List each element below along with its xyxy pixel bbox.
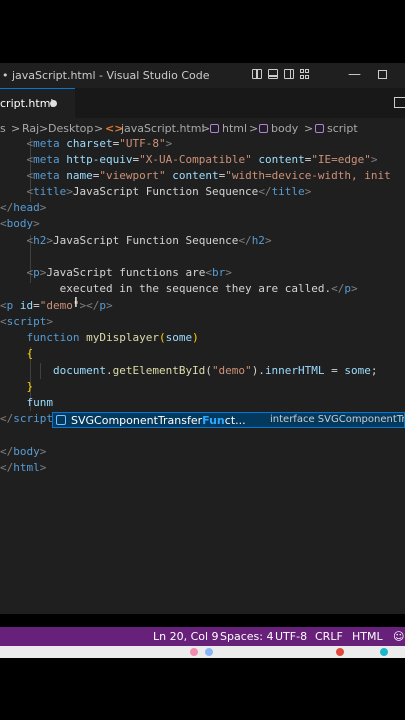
- code-line: <meta name="viewport" content="width=dev…: [26, 169, 391, 182]
- interface-icon: [56, 415, 66, 425]
- vscode-menu-dots-icon[interactable]: •: [2, 69, 9, 82]
- maximize-icon[interactable]: [378, 68, 387, 83]
- code-line: </head>: [0, 201, 47, 214]
- tab-bar: cript.html: [0, 88, 405, 118]
- breadcrumb-separator: >: [94, 122, 104, 135]
- layout-controls: [252, 69, 310, 79]
- title-bar: • javaScript.html - Visual Studio Code —: [0, 63, 405, 88]
- suggestion-detail: interface SVGComponentTr: [270, 414, 405, 425]
- code-line: <title>JavaScript Function Sequence</tit…: [26, 185, 312, 198]
- tab-label: cript.html: [0, 97, 54, 110]
- breadcrumb-body[interactable]: body: [259, 122, 298, 135]
- suggestion-item[interactable]: SVGComponentTransferFunct... interface S…: [52, 412, 405, 428]
- code-line: function myDisplayer(some): [26, 331, 199, 344]
- app-icon[interactable]: [205, 648, 213, 656]
- app-icon[interactable]: [336, 648, 344, 656]
- toggle-panel-icon[interactable]: [268, 69, 278, 79]
- code-line: </body>: [0, 445, 47, 458]
- code-line: <body>: [0, 217, 40, 230]
- suggestion-label: SVGComponentTransferFunct...: [71, 414, 246, 427]
- code-line: </script: [0, 412, 53, 425]
- mouse-ibeam-cursor-icon: I: [74, 296, 78, 311]
- window-title: • javaScript.html - Visual Studio Code: [2, 69, 210, 82]
- tab-javascript-html[interactable]: cript.html: [0, 88, 75, 118]
- code-line: <meta charset="UTF-8">: [26, 138, 173, 150]
- status-cursor-position[interactable]: Ln 20, Col 9: [153, 630, 219, 643]
- code-line: <meta http-equiv="X-UA-Compatible" conte…: [26, 153, 378, 166]
- customize-layout-icon[interactable]: [300, 69, 310, 79]
- app-icon[interactable]: [380, 648, 388, 656]
- breadcrumb-separator: >: [11, 122, 21, 135]
- breadcrumb-item[interactable]: s: [0, 122, 6, 135]
- breadcrumb-separator: >: [249, 122, 259, 135]
- status-bar: Ln 20, Col 9 Spaces: 4 UTF-8 CRLF HTML ☺: [0, 627, 405, 646]
- breadcrumb-separator: >: [304, 122, 314, 135]
- taskbar-strip: [0, 646, 405, 658]
- breadcrumb-separator: >: [39, 122, 49, 135]
- breadcrumb-item[interactable]: javaScript.html: [121, 122, 205, 135]
- toggle-secondary-sidebar-icon[interactable]: [284, 69, 294, 79]
- code-line: {: [26, 347, 34, 360]
- status-encoding[interactable]: UTF-8: [275, 630, 307, 643]
- breadcrumb-separator: >: [201, 122, 211, 135]
- code-line-current[interactable]: funm: [0, 395, 54, 411]
- code-line: executed in the sequence they are called…: [59, 282, 358, 295]
- element-icon: [315, 124, 324, 133]
- minimize-icon[interactable]: —: [348, 67, 361, 82]
- status-eol[interactable]: CRLF: [315, 630, 343, 643]
- split-editor-icon[interactable]: [394, 97, 405, 108]
- code-line: <script>: [0, 315, 53, 328]
- breadcrumb-html[interactable]: html: [210, 122, 247, 135]
- code-line: document.getElementById("demo").innerHTM…: [52, 364, 378, 377]
- breadcrumb-script[interactable]: script: [315, 122, 358, 135]
- code-line: <h2>JavaScript Function Sequence</h2>: [26, 234, 272, 247]
- status-language[interactable]: HTML: [352, 630, 383, 643]
- unsaved-dot-icon[interactable]: [50, 100, 57, 107]
- code-line: <p>JavaScript functions are<br>: [26, 266, 232, 279]
- app-icon[interactable]: [190, 648, 198, 656]
- code-line: </html>: [0, 461, 47, 474]
- code-editor[interactable]: <meta charset="UTF-8"> <meta http-equiv=…: [0, 138, 405, 614]
- code-line: <p id="demo"></p>: [0, 299, 113, 312]
- status-indentation[interactable]: Spaces: 4: [220, 630, 273, 643]
- feedback-icon[interactable]: ☺: [393, 630, 404, 643]
- breadcrumb-item[interactable]: Raj: [22, 122, 39, 135]
- element-icon: [210, 124, 219, 133]
- code-line: }: [26, 380, 34, 393]
- breadcrumb: s > Raj > Desktop > <> javaScript.html >…: [0, 118, 405, 138]
- breadcrumb-item[interactable]: Desktop: [48, 122, 93, 135]
- toggle-primary-sidebar-icon[interactable]: [252, 69, 262, 79]
- element-icon: [259, 124, 268, 133]
